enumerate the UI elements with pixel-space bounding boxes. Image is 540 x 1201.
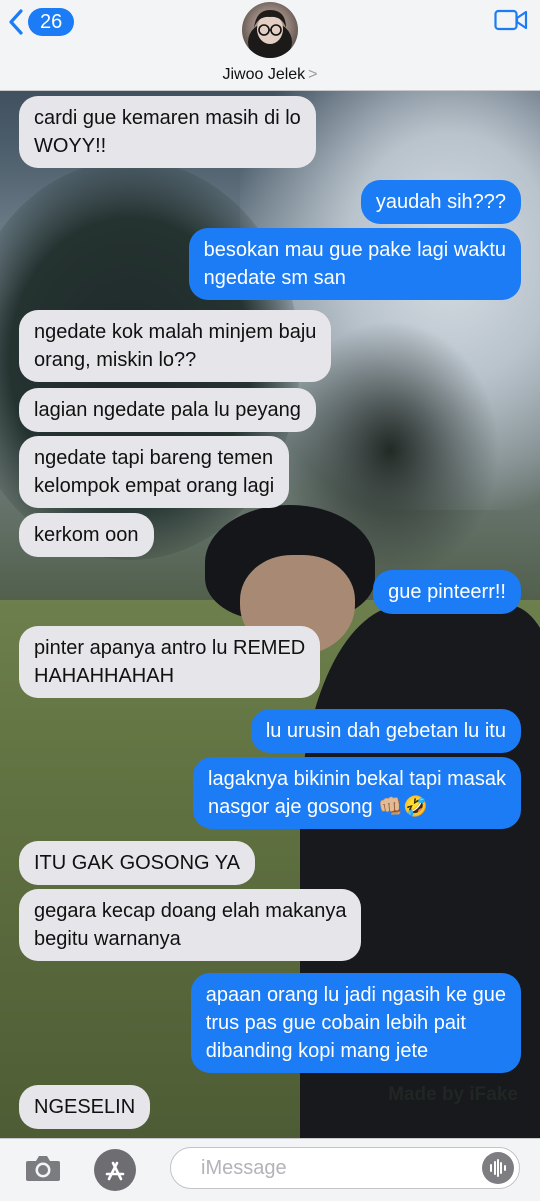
chevron-left-icon (9, 9, 23, 35)
contact-avatar[interactable] (242, 2, 298, 58)
message-bubble-incoming[interactable]: ngedate tapi bareng temen kelompok empat … (19, 436, 290, 508)
message-bubble-outgoing[interactable]: besokan mau gue pake lagi waktu ngedate s… (188, 228, 521, 300)
message-bubble-incoming[interactable]: ngedate kok malah minjem baju orang, misk… (19, 310, 332, 382)
message-text-line: kelompok empat orang lagi (34, 475, 275, 497)
chevron-right-icon: > (308, 66, 318, 83)
contact-name[interactable]: Jiwoo Jelek > (0, 66, 540, 84)
message-text-line: gue pinteerr!! (388, 581, 506, 603)
message-text-line: kerkom oon (34, 524, 139, 546)
message-bubble-incoming[interactable]: ITU GAK GOSONG YA (19, 841, 255, 885)
message-bubble-incoming[interactable]: lagian ngedate pala lu peyang (19, 388, 316, 432)
message-text-line: NGESELIN (34, 1096, 136, 1118)
message-text-line: ngedate sm san (203, 267, 346, 289)
contact-name-label: Jiwoo Jelek (222, 66, 306, 83)
message-text-line: begitu warnanya (34, 928, 181, 950)
message-text-line: lu urusin dah gebetan lu itu (265, 720, 506, 742)
message-text-line: nasgor aje gosong 👊🏼🤣 (208, 796, 428, 818)
message-bubble-incoming[interactable]: cardi gue kemaren masih di lo WOYY!! (19, 96, 316, 168)
composer-bar: iMessage (0, 1138, 540, 1201)
message-text-line: pinter apanya antro lu REMED (34, 637, 306, 659)
back-button[interactable]: 26 (8, 8, 75, 36)
message-bubble-outgoing[interactable]: apaan orang lu jadi ngasih ke gue trus pa… (190, 973, 521, 1073)
message-bubble-incoming[interactable]: NGESELIN (19, 1085, 151, 1129)
conversation-header: 26 Jiwoo Jelek > (0, 0, 540, 91)
message-text-line: ngedate tapi bareng temen (34, 447, 274, 469)
message-text-line: lagaknya bikinin bekal tapi masak (208, 768, 506, 790)
message-text-line: ITU GAK GOSONG YA (34, 852, 240, 874)
message-input[interactable]: iMessage (170, 1147, 520, 1189)
audio-waveform-icon (490, 1159, 506, 1177)
message-bubble-incoming[interactable]: gegara kecap doang elah makanya begitu wa… (19, 889, 362, 961)
message-text-line: apaan orang lu jadi ngasih ke gue (205, 984, 506, 1006)
message-bubble-outgoing[interactable]: lagaknya bikinin bekal tapi masak nasgor … (193, 757, 521, 829)
camera-icon[interactable] (24, 1153, 62, 1183)
message-text-line: besokan mau gue pake lagi waktu (203, 239, 506, 261)
message-bubble-incoming[interactable]: pinter apanya antro lu REMED HAHAHHAHAH (19, 626, 321, 698)
unread-count-badge: 26 (28, 8, 75, 36)
app-store-button[interactable] (94, 1149, 136, 1191)
message-text-line: orang, miskin lo?? (34, 349, 197, 371)
message-text-line: yaudah sih??? (375, 191, 506, 213)
message-text-line: ngedate kok malah minjem baju (34, 321, 317, 343)
message-text-line: trus pas gue cobain lebih pait (205, 1012, 466, 1034)
message-input-placeholder: iMessage (201, 1157, 287, 1179)
message-text-line: cardi gue kemaren masih di lo (34, 107, 301, 129)
message-text-line: WOYY!! (34, 135, 107, 157)
message-bubble-outgoing[interactable]: yaudah sih??? (360, 180, 521, 224)
message-bubble-incoming[interactable]: kerkom oon (19, 513, 154, 557)
message-text-line: HAHAHHAHAH (34, 665, 175, 687)
video-camera-icon[interactable] (494, 8, 528, 32)
audio-record-button[interactable] (482, 1152, 514, 1184)
watermark: Made by iFake (388, 1084, 518, 1105)
message-bubble-outgoing[interactable]: gue pinteerr!! (373, 570, 521, 614)
message-bubble-outgoing[interactable]: lu urusin dah gebetan lu itu (250, 709, 521, 753)
avatar-photo (248, 10, 292, 58)
app-store-icon (105, 1161, 125, 1181)
message-text-line: gegara kecap doang elah makanya (34, 900, 347, 922)
message-text-line: dibanding kopi mang jete (205, 1040, 429, 1062)
message-text-line: lagian ngedate pala lu peyang (34, 399, 301, 421)
